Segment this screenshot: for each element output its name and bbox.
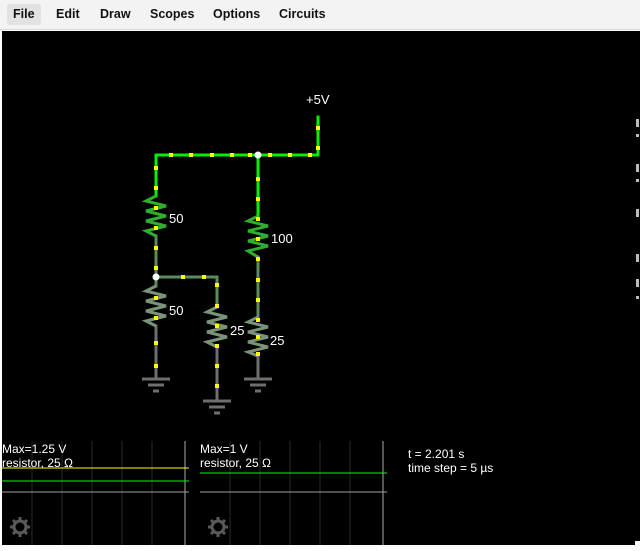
current-dots — [154, 126, 320, 388]
gear-icon[interactable] — [208, 517, 228, 537]
menu-circuits[interactable]: Circuits — [273, 4, 332, 25]
bottom-strip — [0, 545, 640, 551]
ground-2[interactable] — [203, 399, 231, 415]
resistor-r5-label: 25 — [270, 333, 284, 348]
scope-panel[interactable]: Max=1.25 V resistor, 25 Ω Max=1 V resist… — [2, 441, 635, 545]
scope1-max-label: Max=1.25 V — [2, 442, 67, 456]
side-panel-edge — [635, 31, 640, 541]
resistor-r3-label: 25 — [230, 323, 244, 338]
sim-time-step: time step = 5 µs — [408, 461, 494, 475]
scope2-name-label: resistor, 25 Ω — [200, 456, 271, 470]
resistor-r1-label: 50 — [169, 211, 183, 226]
scope1-name-label: resistor, 25 Ω — [2, 456, 73, 470]
node-mid[interactable] — [152, 273, 160, 281]
node-top[interactable] — [254, 151, 262, 159]
menu-scopes[interactable]: Scopes — [144, 4, 200, 25]
scope-graphics[interactable] — [2, 441, 635, 545]
gear-icon[interactable] — [10, 517, 30, 537]
circuit-diagram[interactable]: +5V 50 50 25 100 25 — [2, 31, 635, 441]
menu-edit[interactable]: Edit — [50, 4, 86, 25]
scope2-max-label: Max=1 V — [200, 442, 248, 456]
sim-time: t = 2.201 s — [408, 447, 465, 461]
side-panel-controls[interactable] — [635, 31, 640, 541]
ground-1[interactable] — [142, 377, 170, 393]
circuit-canvas[interactable]: +5V 50 50 25 100 25 — [2, 31, 635, 441]
ground-3[interactable] — [244, 377, 272, 393]
resistor-r4-label: 100 — [271, 231, 293, 246]
menu-draw[interactable]: Draw — [94, 4, 137, 25]
supply-label: +5V — [306, 92, 330, 107]
menu-file[interactable]: File — [7, 4, 41, 25]
resistor-r2-label: 50 — [169, 303, 183, 318]
resistor-r4[interactable] — [243, 214, 269, 259]
menu-options[interactable]: Options — [207, 4, 266, 25]
menu-bar: File Edit Draw Scopes Options Circuits — [0, 0, 640, 30]
